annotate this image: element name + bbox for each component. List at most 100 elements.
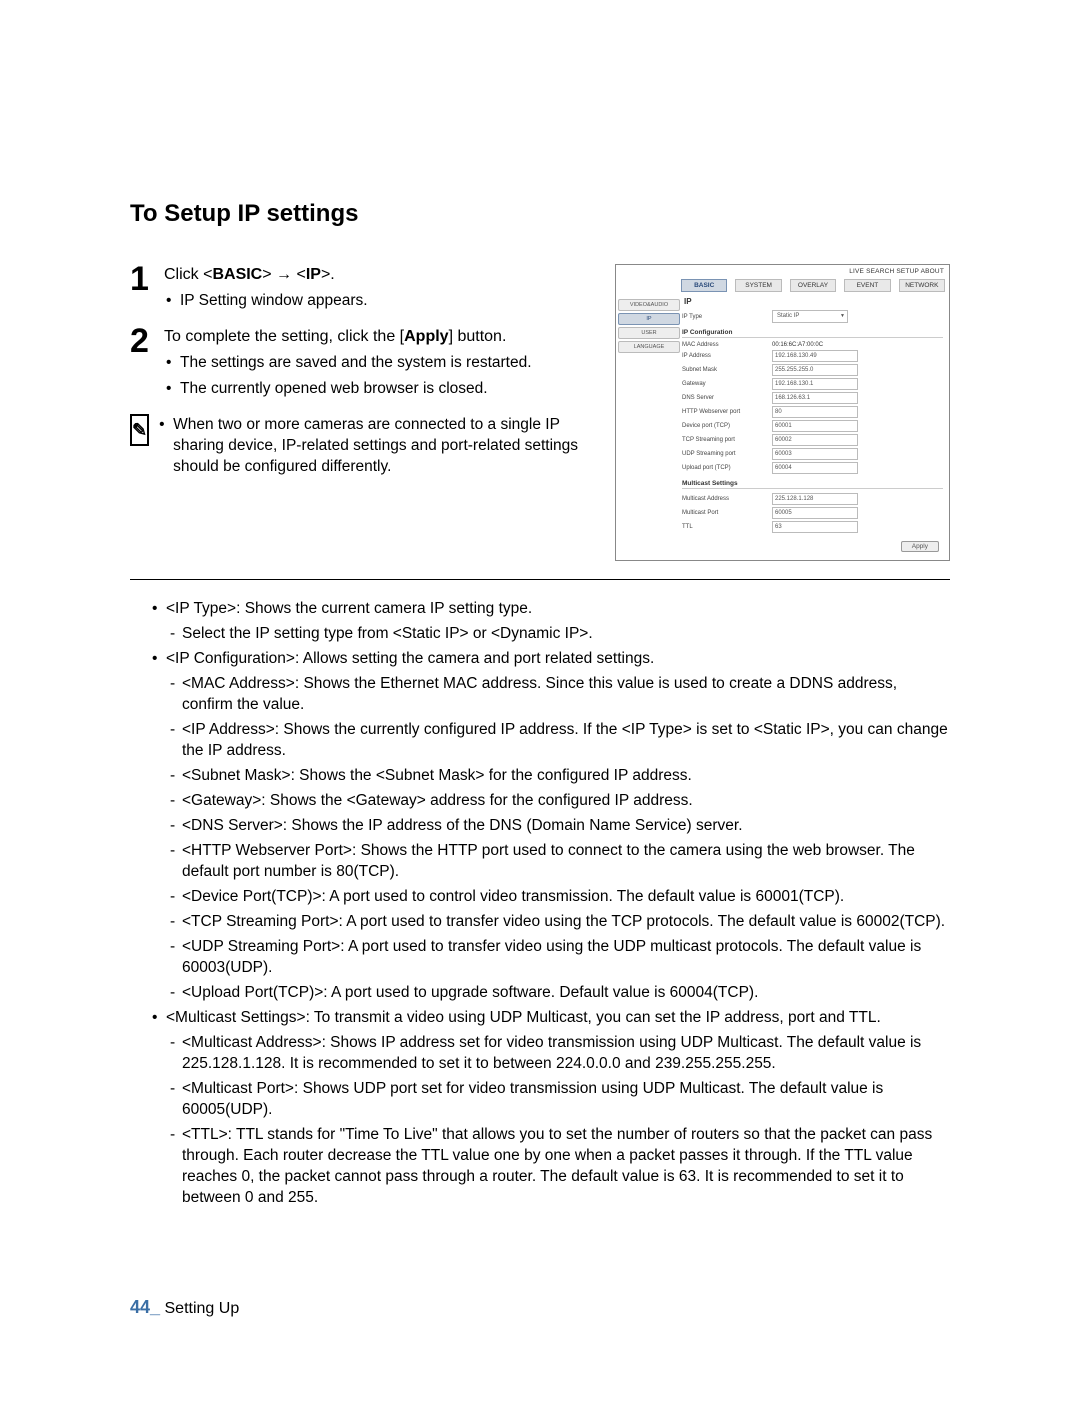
config-input[interactable]: 168.126.63.1 — [772, 392, 858, 404]
ip-config-title: IP Configuration — [682, 329, 943, 338]
step-sub: The currently opened web browser is clos… — [164, 378, 532, 400]
step-sub: IP Setting window appears. — [164, 290, 368, 312]
config-input[interactable]: 192.168.130.1 — [772, 378, 858, 390]
footer-section: Setting Up — [165, 1300, 240, 1317]
multicast-row: TTL63 — [682, 521, 943, 533]
multicast-input[interactable]: 225.128.1.128 — [772, 493, 858, 505]
apply-row: Apply — [682, 535, 943, 554]
ip-type-select[interactable]: Static IP — [772, 310, 848, 323]
multicast-input[interactable]: 63 — [772, 521, 858, 533]
config-input[interactable]: 60003 — [772, 448, 858, 460]
multicast-title: Multicast Settings — [682, 480, 943, 489]
def-item-lv2: <MAC Address>: Shows the Ethernet MAC ad… — [130, 673, 950, 715]
def-item-lv2: <TTL>: TTL stands for "Time To Live" tha… — [130, 1124, 950, 1208]
section-divider — [130, 579, 950, 580]
text: Click < — [164, 266, 212, 283]
config-label: TCP Streaming port — [682, 437, 772, 443]
def-item-lv2: <DNS Server>: Shows the IP address of th… — [130, 815, 950, 836]
config-input[interactable]: 60002 — [772, 434, 858, 446]
def-item-lv1: <Multicast Settings>: To transmit a vide… — [130, 1007, 950, 1028]
config-input[interactable]: 255.255.255.0 — [772, 364, 858, 376]
multicast-input[interactable]: 60005 — [772, 507, 858, 519]
ip-type-label: IP Type — [682, 314, 772, 320]
config-row: HTTP Webserver port80 — [682, 406, 943, 418]
section-heading: To Setup IP settings — [130, 200, 950, 228]
sidebar-item-user[interactable]: USER — [618, 327, 680, 339]
sidebar-item-ip[interactable]: IP — [618, 313, 680, 325]
config-label: Device port (TCP) — [682, 423, 772, 429]
config-row: IP Address192.168.130.49 — [682, 350, 943, 362]
config-row: Subnet Mask255.255.255.0 — [682, 364, 943, 376]
text: >. — [321, 266, 335, 283]
apply-bold: Apply — [404, 328, 448, 345]
step-number: 2 — [130, 326, 154, 356]
def-item-lv2: <Upload Port(TCP)>: A port used to upgra… — [130, 982, 950, 1003]
config-value: 00:16:6C:A7:00:0C — [772, 342, 943, 348]
multicast-label: Multicast Port — [682, 510, 772, 516]
config-input[interactable]: 192.168.130.49 — [772, 350, 858, 362]
panel-title: IP — [684, 297, 943, 306]
multicast-label: TTL — [682, 524, 772, 530]
step-1: 1 Click <BASIC> → <IP>. IP Setting windo… — [130, 264, 593, 312]
config-label: IP Address — [682, 353, 772, 359]
config-label: HTTP Webserver port — [682, 409, 772, 415]
ip-label: IP — [306, 266, 321, 283]
def-item-lv2: <HTTP Webserver Port>: Shows the HTTP po… — [130, 840, 950, 882]
config-input[interactable]: 60004 — [772, 462, 858, 474]
top-nav-links[interactable]: LIVE SEARCH SETUP ABOUT — [616, 265, 949, 276]
text: To complete the setting, click the [ — [164, 328, 404, 345]
tab-network[interactable]: NETWORK — [899, 279, 945, 292]
config-label: MAC Address — [682, 342, 772, 348]
manual-page: To Setup IP settings 1 Click <BASIC> → <… — [0, 0, 1080, 1414]
step-body: Click <BASIC> → <IP>. IP Setting window … — [164, 264, 368, 312]
text: > → < — [262, 266, 306, 283]
tab-event[interactable]: EVENT — [844, 279, 890, 292]
config-input[interactable]: 80 — [772, 406, 858, 418]
config-label: Upload port (TCP) — [682, 465, 772, 471]
sidebar: VIDEO&AUDIO IP USER LANGUAGE — [616, 297, 682, 560]
definitions-list: <IP Type>: Shows the current camera IP s… — [130, 598, 950, 1208]
ip-settings-screenshot: LIVE SEARCH SETUP ABOUT BASIC SYSTEM OVE… — [615, 264, 950, 561]
text: ] button. — [449, 328, 507, 345]
sidebar-item-videoaudio[interactable]: VIDEO&AUDIO — [618, 299, 680, 311]
def-item-lv1: <IP Configuration>: Allows setting the c… — [130, 648, 950, 669]
step-body: To complete the setting, click the [Appl… — [164, 326, 532, 400]
config-input[interactable]: 60001 — [772, 420, 858, 432]
screenshot-main: IP IP Type Static IP IP Configuration MA… — [682, 297, 949, 560]
config-label: Subnet Mask — [682, 367, 772, 373]
def-item-lv2: <IP Address>: Shows the currently config… — [130, 719, 950, 761]
tab-overlay[interactable]: OVERLAY — [790, 279, 836, 292]
config-row: MAC Address00:16:6C:A7:00:0C — [682, 342, 943, 348]
config-label: DNS Server — [682, 395, 772, 401]
config-row: Gateway192.168.130.1 — [682, 378, 943, 390]
page-footer: 44_ Setting Up — [130, 1297, 239, 1318]
def-item-lv1: <IP Type>: Shows the current camera IP s… — [130, 598, 950, 619]
config-row: Upload port (TCP)60004 — [682, 462, 943, 474]
basic-label: BASIC — [212, 266, 262, 283]
sidebar-item-language[interactable]: LANGUAGE — [618, 341, 680, 353]
screenshot-column: LIVE SEARCH SETUP ABOUT BASIC SYSTEM OVE… — [615, 264, 950, 561]
note-text: When two or more cameras are connected t… — [159, 414, 593, 477]
config-row: UDP Streaming port60003 — [682, 448, 943, 460]
ip-config-rows: MAC Address00:16:6C:A7:00:0CIP Address19… — [682, 342, 943, 474]
def-item-lv2: <UDP Streaming Port>: A port used to tra… — [130, 936, 950, 978]
note-row: ✎ When two or more cameras are connected… — [130, 414, 593, 477]
config-row: Device port (TCP)60001 — [682, 420, 943, 432]
config-label: Gateway — [682, 381, 772, 387]
multicast-label: Multicast Address — [682, 496, 772, 502]
step-2: 2 To complete the setting, click the [Ap… — [130, 326, 593, 400]
instructions-column: 1 Click <BASIC> → <IP>. IP Setting windo… — [130, 264, 593, 477]
apply-button[interactable]: Apply — [901, 541, 939, 552]
def-item-lv2: <Subnet Mask>: Shows the <Subnet Mask> f… — [130, 765, 950, 786]
tab-basic[interactable]: BASIC — [681, 279, 727, 292]
ip-type-row: IP Type Static IP — [682, 310, 943, 323]
def-item-lv2: <TCP Streaming Port>: A port used to tra… — [130, 911, 950, 932]
def-item-lv2: <Multicast Port>: Shows UDP port set for… — [130, 1078, 950, 1120]
def-item-lv2: <Device Port(TCP)>: A port used to contr… — [130, 886, 950, 907]
def-item-lv2: <Gateway>: Shows the <Gateway> address f… — [130, 790, 950, 811]
multicast-row: Multicast Port60005 — [682, 507, 943, 519]
tab-system[interactable]: SYSTEM — [735, 279, 781, 292]
page-number: 44_ — [130, 1297, 160, 1317]
def-item-lv2: <Multicast Address>: Shows IP address se… — [130, 1032, 950, 1074]
note-icon: ✎ — [130, 414, 149, 446]
